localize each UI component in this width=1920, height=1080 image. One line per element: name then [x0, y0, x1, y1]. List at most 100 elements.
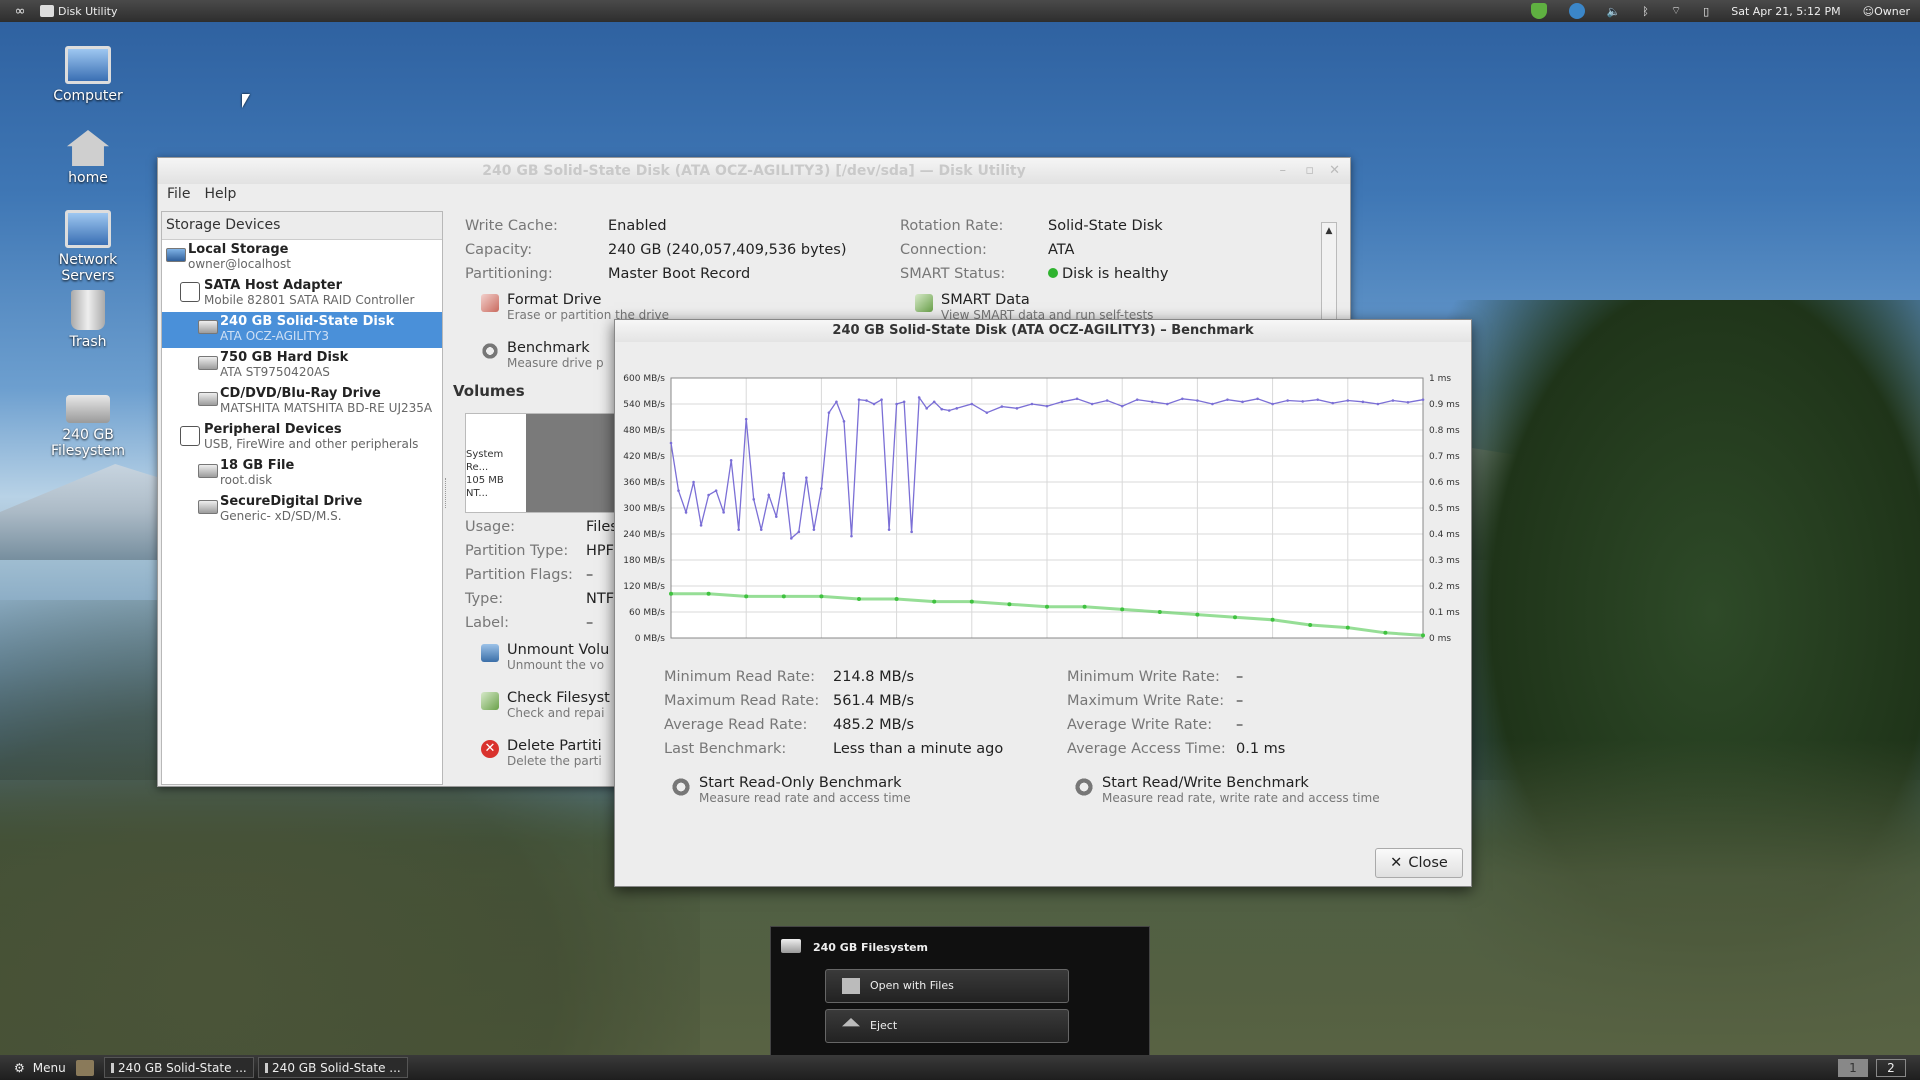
eject-button[interactable]: Eject [825, 1009, 1069, 1043]
y-right-tick-label: 0.3 ms [1429, 556, 1460, 566]
write-cache-key: Write Cache: [465, 218, 558, 234]
start-read-only-benchmark-button[interactable]: Start Read-Only Benchmark Measure read r… [671, 775, 911, 805]
volumes-header: Volumes [453, 382, 525, 400]
menu-gear-icon: ⚙ [14, 1060, 25, 1075]
benchmark-title[interactable]: 240 GB Solid-State Disk (ATA OCZ-AGILITY… [615, 320, 1471, 342]
read-rate-point [932, 400, 936, 404]
read-rate-point [744, 417, 748, 421]
read-rate-point [1286, 399, 1289, 402]
battery-icon[interactable]: ▯ [1703, 5, 1709, 18]
desktop-icon-computer[interactable]: Computer [38, 46, 138, 104]
security-shield-icon[interactable] [1530, 3, 1547, 19]
check-filesystem-button[interactable]: Check Filesyst Check and repai [481, 690, 610, 720]
minimize-icon[interactable]: – [1280, 158, 1287, 184]
read-rate-point [1301, 400, 1304, 403]
read-rate-point [947, 409, 951, 412]
write-cache-value: Enabled [608, 218, 667, 234]
volume-segment-main[interactable] [526, 414, 616, 512]
device-subtitle: MATSHITA MATSHITA BD-RE UJ235A [220, 401, 433, 415]
write-cache-row: Write Cache: Enabled [465, 218, 667, 234]
volume-segment-system-reserved[interactable]: System Re... 105 MB NT... [466, 414, 526, 512]
close-icon[interactable]: ✕ [1329, 158, 1340, 184]
main-menu-button[interactable]: ⚙ Menu [0, 1061, 76, 1075]
open-with-files-button[interactable]: Open with Files [825, 969, 1069, 1003]
device-ssd-240[interactable]: 240 GB Solid-State Disk ATA OCZ-AGILITY3 [162, 312, 442, 348]
distro-logo-icon[interactable]: ∞ [0, 4, 40, 19]
benchmark-button[interactable]: Benchmark Measure drive p [481, 340, 604, 370]
button-label: Open with Files [870, 979, 954, 992]
read-rate-point [714, 489, 718, 492]
delete-partition-button[interactable]: ✕ Delete Partiti Delete the parti [481, 738, 602, 768]
device-sd-drive[interactable]: SecureDigital Drive Generic- xD/SD/M.S. [162, 492, 442, 528]
y-left-tick-label: 60 MB/s [629, 608, 665, 618]
wifi-icon[interactable]: ⌔ [1671, 4, 1681, 18]
stat-value: 214.8 MB/s [833, 669, 915, 685]
read-rate-point [1331, 401, 1335, 405]
trash-icon [71, 290, 105, 330]
network-servers-icon [65, 210, 111, 248]
read-rate-point [1135, 398, 1139, 401]
bluetooth-icon[interactable]: ᛒ [1642, 5, 1649, 18]
drive-icon [198, 356, 218, 370]
clock[interactable]: Sat Apr 21, 5:12 PM [1731, 5, 1840, 18]
taskbar-item[interactable]: 240 GB Solid-State ... [257, 1057, 408, 1078]
read-rate-point [902, 400, 906, 404]
action-title: Unmount Volu [507, 642, 610, 658]
workspace-2[interactable]: 2 [1876, 1058, 1906, 1077]
device-18gb-file[interactable]: 18 GB File root.disk [162, 456, 442, 492]
device-hdd-750[interactable]: 750 GB Hard Disk ATA ST9750420AS [162, 348, 442, 384]
y-right-tick-label: 0.4 ms [1429, 530, 1460, 540]
pane-splitter[interactable] [445, 478, 449, 508]
scroll-up-icon[interactable]: ▲ [1322, 223, 1336, 239]
read-rate-point [692, 480, 695, 484]
vertical-scrollbar[interactable]: ▲ [1321, 222, 1337, 334]
capacity-row: Capacity: 240 GB (240,057,409,536 bytes) [465, 242, 846, 258]
volume-icon[interactable]: 🔈 [1607, 5, 1621, 18]
read-rate-point [872, 402, 876, 406]
action-description: Unmount the vo [507, 658, 605, 672]
workspace-1[interactable]: 1 [1838, 1058, 1868, 1077]
window-titlebar[interactable]: 240 GB Solid-State Disk (ATA OCZ-AGILITY… [158, 158, 1350, 184]
read-rate-point [925, 407, 928, 410]
drive-notification: 240 GB Filesystem Open with Files Eject [770, 926, 1150, 1056]
menu-file[interactable]: File [167, 186, 190, 204]
maximize-icon[interactable]: ▫ [1305, 158, 1314, 184]
close-button[interactable]: ✕ Close [1375, 848, 1463, 878]
label-value: – [586, 615, 594, 631]
taskbar-item[interactable]: 240 GB Solid-State ... [103, 1057, 254, 1078]
read-rate-point [1060, 400, 1064, 404]
y-right-tick-label: 0.9 ms [1429, 400, 1460, 410]
action-description: Check and repai [507, 706, 605, 720]
stat-key: Maximum Write Rate: [1067, 693, 1225, 709]
smart-data-button[interactable]: SMART Data View SMART data and run self-… [915, 292, 1153, 322]
usage-key: Usage: [465, 519, 516, 535]
active-app[interactable]: Disk Utility [40, 5, 117, 18]
device-sata-host-adapter[interactable]: SATA Host Adapter Mobile 82801 SATA RAID… [162, 276, 442, 312]
update-icon[interactable] [1568, 3, 1585, 19]
user-menu[interactable]: ☺ Owner [1863, 5, 1910, 18]
desktop-icon-home[interactable]: home [38, 130, 138, 186]
partition-type-value: HPF [586, 543, 614, 559]
active-app-title: Disk Utility [58, 4, 118, 18]
stat-value: 0.1 ms [1236, 741, 1286, 757]
read-rate-point [669, 441, 673, 445]
desktop-icon-filesystem[interactable]: 240 GB Filesystem [38, 395, 138, 459]
start-read-write-benchmark-button[interactable]: Start Read/Write Benchmark Measure read … [1074, 775, 1380, 805]
format-drive-button[interactable]: Format Drive Erase or partition the driv… [481, 292, 669, 322]
device-name: 18 GB File [220, 458, 295, 473]
read-rate-point [895, 402, 898, 406]
desktop-icon-trash[interactable]: Trash [38, 290, 138, 350]
action-title: Benchmark [507, 340, 590, 356]
show-desktop-icon[interactable] [75, 1059, 94, 1076]
desktop-icon-network[interactable]: Network Servers [38, 210, 138, 284]
device-local-storage[interactable]: Local Storage owner@localhost [162, 240, 442, 276]
close-icon: ✕ [1390, 855, 1403, 871]
unmount-volume-button[interactable]: Unmount Volu Unmount the vo [481, 642, 609, 672]
menu-help[interactable]: Help [204, 186, 236, 204]
partition-flags-value: – [586, 567, 594, 583]
device-optical-drive[interactable]: CD/DVD/Blu-Ray Drive MATSHITA MATSHITA B… [162, 384, 442, 420]
disk-utility-icon [110, 1062, 115, 1073]
benchmark-dialog: 240 GB Solid-State Disk (ATA OCZ-AGILITY… [614, 319, 1472, 887]
file-manager-icon [842, 978, 860, 994]
device-peripheral-devices[interactable]: Peripheral Devices USB, FireWire and oth… [162, 420, 442, 456]
